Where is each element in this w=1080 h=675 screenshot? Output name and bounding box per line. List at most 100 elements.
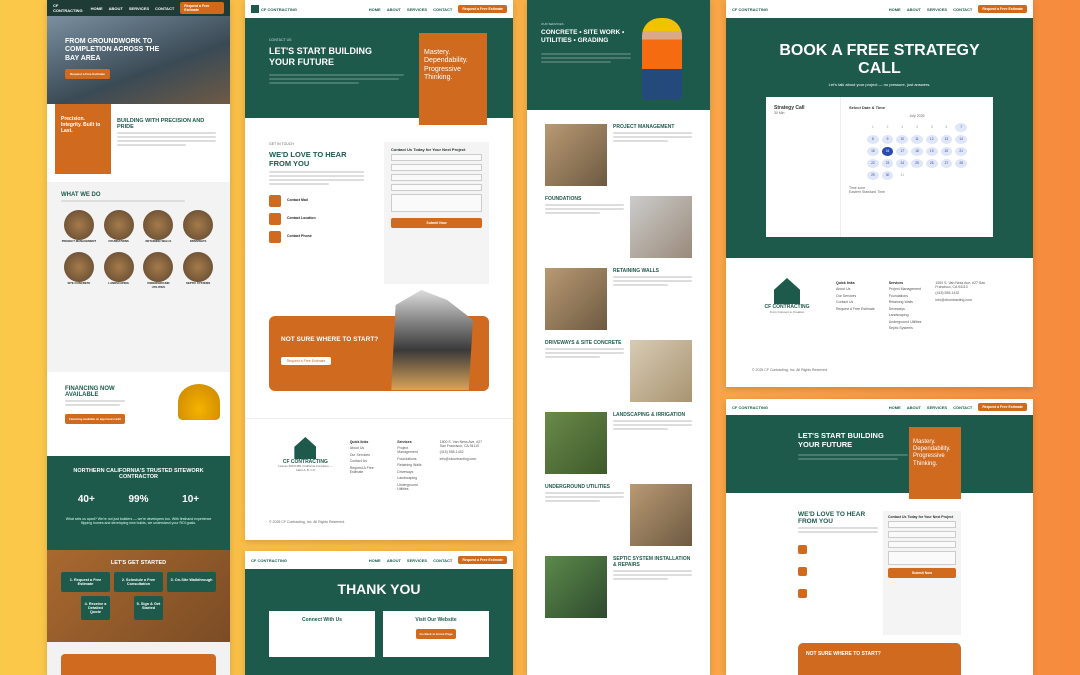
quick-link[interactable]: Contact Us <box>836 300 875 304</box>
timezone-select[interactable]: Eastern Standard Time <box>849 190 985 195</box>
calendar-day[interactable]: 16 <box>881 146 894 156</box>
quick-link[interactable]: Our Services <box>350 453 384 457</box>
calendar-day[interactable]: 21 <box>955 146 967 156</box>
nav-home[interactable]: HOME <box>889 405 901 410</box>
nav-services[interactable]: SERVICES <box>407 558 427 563</box>
nav-estimate-button[interactable]: Request a Free Estimate <box>458 5 507 13</box>
company-field[interactable] <box>391 183 482 191</box>
nav-services[interactable]: SERVICES <box>129 6 149 11</box>
email-field[interactable] <box>391 163 482 171</box>
calendar-day[interactable]: 14 <box>955 134 967 144</box>
service-link[interactable]: Landscaping <box>397 476 425 480</box>
nav-contact[interactable]: CONTACT <box>433 558 452 563</box>
service-link[interactable]: Foundations <box>397 457 425 461</box>
calendar-day[interactable]: 12 <box>925 134 938 144</box>
service-link[interactable]: Septic Systems <box>889 326 922 330</box>
calendar-day[interactable]: 15 <box>867 146 879 156</box>
service-card[interactable]: PROJECT MANAGEMENT <box>61 210 97 244</box>
phone-field[interactable] <box>391 173 482 181</box>
calendar-day[interactable]: 7 <box>955 122 967 132</box>
service-link[interactable]: Foundations <box>889 294 922 298</box>
message-field[interactable] <box>391 193 482 212</box>
calendar-day[interactable]: 25 <box>911 158 923 168</box>
name-field[interactable] <box>391 153 482 161</box>
service-card[interactable]: LANDSCAPING <box>101 251 137 290</box>
home-button[interactable]: Go Back to Home Page <box>416 629 456 639</box>
phone-field[interactable] <box>888 540 956 548</box>
submit-button[interactable]: Submit Now <box>888 567 956 578</box>
service-link[interactable]: Landscaping <box>889 313 922 317</box>
nav-services[interactable]: SERVICES <box>927 7 947 12</box>
service-link[interactable]: Underground Utilities <box>889 320 922 324</box>
nav-contact[interactable]: CONTACT <box>155 6 174 11</box>
email-field[interactable] <box>888 530 956 538</box>
nav-services[interactable]: SERVICES <box>927 405 947 410</box>
nav-about[interactable]: ABOUT <box>387 558 401 563</box>
calendar-day[interactable]: 20 <box>940 146 953 156</box>
logo[interactable]: CF CONTRACTING <box>251 5 297 13</box>
logo[interactable]: CF CONTRACTING <box>53 3 85 13</box>
calendar-day[interactable]: 24 <box>896 158 909 168</box>
nav-estimate-button[interactable]: Request a Free Estimate <box>458 556 507 564</box>
not-sure-button[interactable]: Request a Free Estimate <box>281 357 331 365</box>
quick-link[interactable]: Request A Free Estimate <box>350 466 384 474</box>
calendar-day[interactable]: 9 <box>881 134 894 144</box>
nav-about[interactable]: ABOUT <box>907 405 921 410</box>
service-link[interactable]: Project Management <box>397 446 425 454</box>
logo[interactable]: CF CONTRACTING <box>732 7 768 12</box>
name-field[interactable] <box>888 520 956 528</box>
nav-estimate-button[interactable]: Request a Free Estimate <box>978 403 1027 411</box>
nav-estimate-button[interactable]: Request a Free Estimate <box>180 2 224 14</box>
nav-estimate-button[interactable]: Request a Free Estimate <box>978 5 1027 13</box>
nav-contact[interactable]: CONTACT <box>953 7 972 12</box>
nav-home[interactable]: HOME <box>369 7 381 12</box>
quick-link[interactable]: Contact Us <box>350 459 384 463</box>
quick-link[interactable]: Request A Free Estimate <box>836 307 875 311</box>
service-link[interactable]: Retaining Walls <box>889 300 922 304</box>
calendar-day[interactable]: 26 <box>925 158 938 168</box>
message-field[interactable] <box>888 550 956 565</box>
calendar-day[interactable]: 30 <box>881 170 894 180</box>
nav-services[interactable]: SERVICES <box>407 7 427 12</box>
service-link[interactable]: Underground Utilities <box>397 483 425 491</box>
calendar-day[interactable]: 17 <box>896 146 909 156</box>
nav-about[interactable]: ABOUT <box>387 7 401 12</box>
service-link[interactable]: Retaining Walls <box>397 463 425 467</box>
calendar-day[interactable]: 8 <box>867 134 879 144</box>
calendar-day[interactable]: 3 <box>896 123 908 132</box>
calendar-day[interactable]: 10 <box>896 134 909 144</box>
calendar-day[interactable]: 11 <box>911 134 923 144</box>
nav-contact[interactable]: CONTACT <box>953 405 972 410</box>
quick-link[interactable]: Our Services <box>836 294 875 298</box>
logo[interactable]: CF CONTRACTING <box>732 405 768 410</box>
quick-link[interactable]: About Us <box>350 446 384 450</box>
nav-home[interactable]: HOME <box>889 7 901 12</box>
logo[interactable]: CF CONTRACTING <box>251 558 287 563</box>
calendar-day[interactable]: 6 <box>941 123 953 132</box>
service-card[interactable]: SEPTIC SYSTEMS <box>180 251 216 290</box>
service-link[interactable]: Driveways <box>889 307 922 311</box>
service-card[interactable]: SITE CONCRETE <box>61 251 97 290</box>
nav-contact[interactable]: CONTACT <box>433 7 452 12</box>
service-link[interactable]: Driveways <box>397 470 425 474</box>
service-card[interactable]: DRIVEWAYS <box>180 210 216 244</box>
service-link[interactable]: Project Management <box>889 287 922 291</box>
service-card[interactable]: RETAINING WALLS <box>141 210 177 244</box>
calendar-day[interactable]: 2 <box>882 123 894 132</box>
calendar-day[interactable]: 23 <box>881 158 894 168</box>
submit-button[interactable]: Submit Now <box>391 217 482 228</box>
calendar-day[interactable]: 28 <box>955 158 967 168</box>
quick-link[interactable]: About Us <box>836 287 875 291</box>
calendar-day[interactable]: 27 <box>940 158 953 168</box>
calendar-day[interactable]: 4 <box>911 123 923 132</box>
calendar-day[interactable]: 1 <box>867 123 879 132</box>
nav-about[interactable]: ABOUT <box>109 6 123 11</box>
service-card[interactable]: UNDERGROUND UTILITIES <box>141 251 177 290</box>
service-card[interactable]: FOUNDATIONS <box>101 210 137 244</box>
nav-about[interactable]: ABOUT <box>907 7 921 12</box>
calendar-day[interactable]: 19 <box>925 146 938 156</box>
calendar-day[interactable]: 13 <box>940 134 953 144</box>
nav-home[interactable]: HOME <box>369 558 381 563</box>
calendar-day[interactable]: 5 <box>926 123 938 132</box>
calendar-day[interactable]: 18 <box>911 146 923 156</box>
